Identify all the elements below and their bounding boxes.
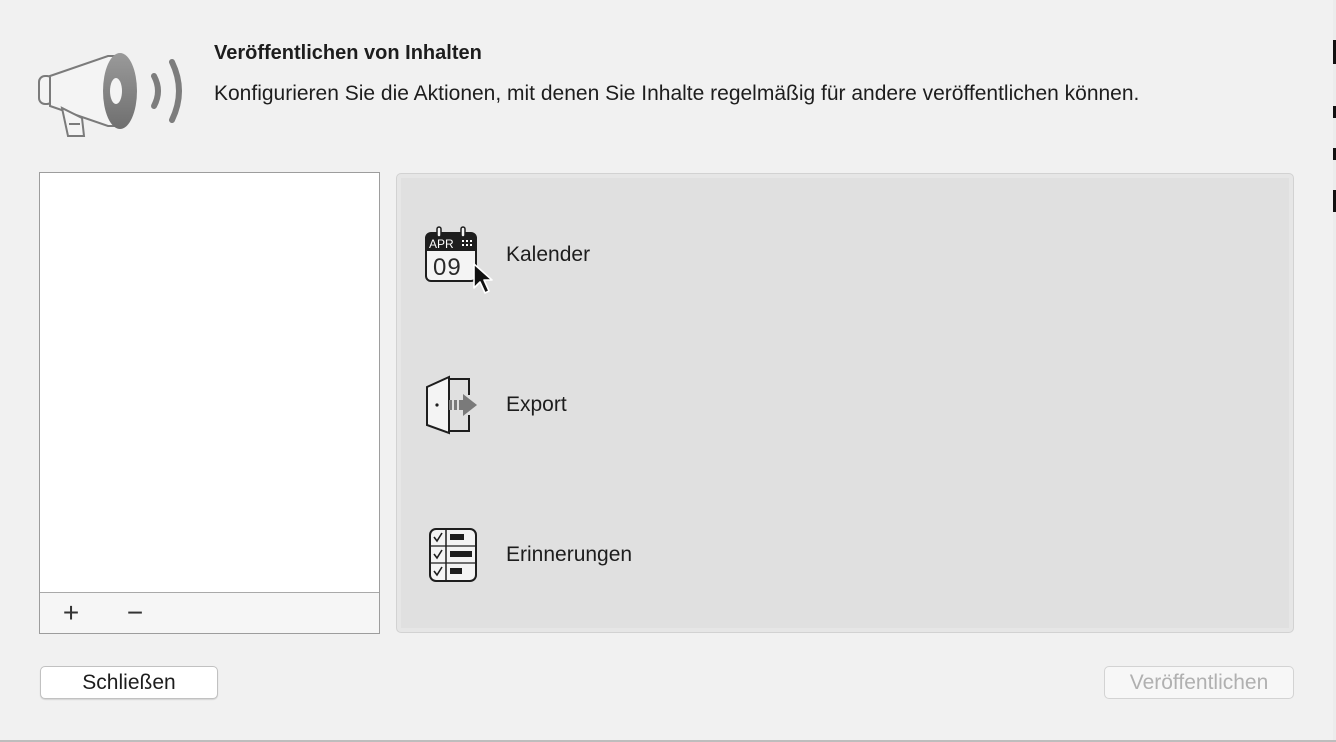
megaphone-icon xyxy=(36,48,188,142)
action-export[interactable]: Export xyxy=(421,370,821,440)
page-title: Veröffentlichen von Inhalten xyxy=(214,42,482,64)
action-label: Kalender xyxy=(506,243,591,266)
add-button[interactable]: + xyxy=(55,593,87,633)
action-erinnerungen[interactable]: Erinnerungen xyxy=(421,520,821,590)
list-footer-toolbar: + − xyxy=(40,592,379,633)
export-icon xyxy=(421,374,483,436)
page-description: Konfigurieren Sie die Aktionen, mit dene… xyxy=(214,82,1140,105)
action-label: Export xyxy=(506,393,567,416)
close-button[interactable]: Schließen xyxy=(40,666,218,699)
action-label: Erinnerungen xyxy=(506,543,633,566)
svg-text:APR: APR xyxy=(429,237,454,251)
reminders-icon xyxy=(421,524,483,586)
remove-button[interactable]: − xyxy=(119,593,151,633)
mouse-cursor-icon xyxy=(472,262,494,296)
publishing-list[interactable]: + − xyxy=(39,172,380,634)
actions-panel: APR 09 Kalender Export Erinnerungen xyxy=(396,173,1294,633)
svg-text:09: 09 xyxy=(433,254,462,281)
publish-button[interactable]: Veröffentlichen xyxy=(1104,666,1294,699)
